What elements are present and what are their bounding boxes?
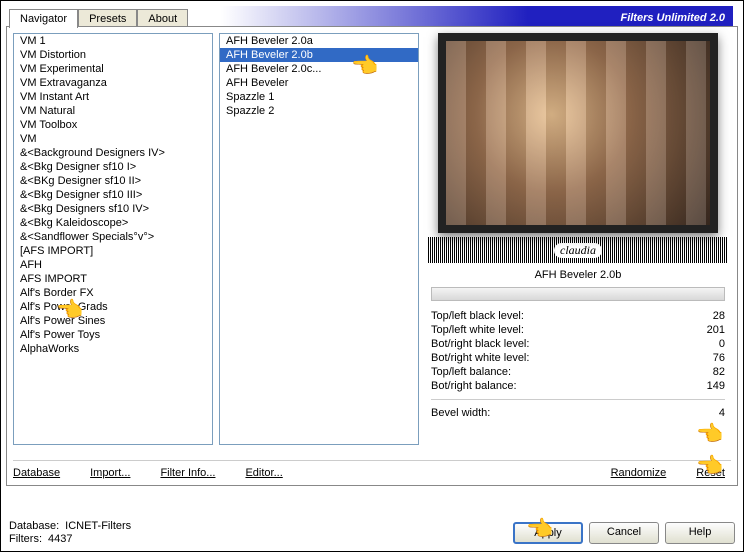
import-button[interactable]: Import... [90,467,130,479]
bevel-width-row: Bevel width: 4 [431,406,725,420]
watermark: claudia [428,237,728,263]
category-item[interactable]: Alf's Power Sines [14,314,212,328]
param-value[interactable]: 149 [707,380,725,392]
category-item[interactable]: &<Bkg Designer sf10 I> [14,160,212,174]
category-item[interactable]: &<BKg Designer sf10 II> [14,174,212,188]
status-left: Database: ICNET-Filters Filters: 4437 [9,520,131,545]
parameter-list: Top/left black level:28Top/left white le… [425,309,731,393]
db-label: Database: [9,520,59,532]
filter-item[interactable]: Spazzle 1 [220,90,418,104]
param-value[interactable]: 82 [713,366,725,378]
category-item[interactable]: VM Natural [14,104,212,118]
param-row: Top/left black level: 28 [431,309,725,323]
category-item[interactable]: Alf's Border FX [14,286,212,300]
param-label: Top/left white level: [431,324,524,336]
param-row: Bot/right white level: 76 [431,351,725,365]
filter-info-button[interactable]: Filter Info... [160,467,215,479]
status-bar: Database: ICNET-Filters Filters: 4437 Appl… [9,520,735,545]
category-item[interactable]: VM Distortion [14,48,212,62]
param-value[interactable]: 201 [707,324,725,336]
bevel-width-value[interactable]: 4 [719,407,725,419]
param-value[interactable]: 0 [719,338,725,350]
param-label: Top/left balance: [431,366,511,378]
category-item[interactable]: VM Instant Art [14,90,212,104]
param-label: Bot/right white level: [431,352,529,364]
database-button[interactable]: Database [13,467,60,479]
reset-button[interactable]: Reset [696,467,725,479]
param-row: Bot/right black level: 0 [431,337,725,351]
filter-item[interactable]: Spazzle 2 [220,104,418,118]
category-item[interactable]: AFS IMPORT [14,272,212,286]
param-label: Bot/right balance: [431,380,517,392]
current-filter-name: AFH Beveler 2.0b [425,269,731,281]
tab-navigator[interactable]: Navigator [9,9,78,28]
help-button[interactable]: Help [665,522,735,544]
category-item[interactable]: VM Extravaganza [14,76,212,90]
category-item[interactable]: &<Bkg Designers sf10 IV> [14,202,212,216]
filter-list[interactable]: AFH Beveler 2.0aAFH Beveler 2.0bAFH Beve… [219,33,419,445]
separator [431,399,725,400]
category-item[interactable]: VM Experimental [14,62,212,76]
filters-label: Filters: [9,533,42,545]
apply-button[interactable]: Apply [513,522,583,544]
category-item[interactable]: VM 1 [14,34,212,48]
filter-item[interactable]: AFH Beveler 2.0b [220,48,418,62]
category-item[interactable]: &<Bkg Designer sf10 III> [14,188,212,202]
editor-button[interactable]: Editor... [245,467,282,479]
param-label: Top/left black level: [431,310,524,322]
category-item[interactable]: Alf's Power Grads [14,300,212,314]
param-value[interactable]: 28 [713,310,725,322]
category-item[interactable]: &<Bkg Kaleidoscope> [14,216,212,230]
category-item[interactable]: Alf's Power Toys [14,328,212,342]
category-item[interactable]: &<Background Designers IV> [14,146,212,160]
filter-item[interactable]: AFH Beveler [220,76,418,90]
filter-item[interactable]: AFH Beveler 2.0c... [220,62,418,76]
category-item[interactable]: AFH [14,258,212,272]
param-row: Top/left white level: 201 [431,323,725,337]
category-item[interactable]: [AFS IMPORT] [14,244,212,258]
filters-count: 4437 [48,533,72,545]
bevel-width-label: Bevel width: [431,407,490,419]
action-bar: Database Import... Filter Info... Editor… [13,460,731,479]
progress-bar [431,287,725,301]
watermark-text: claudia [554,243,602,258]
randomize-button[interactable]: Randomize [611,467,667,479]
preview-overlay [446,41,710,225]
db-value: ICNET-Filters [65,520,131,532]
category-item[interactable]: VM Toolbox [14,118,212,132]
category-item[interactable]: &<Sandflower Specials°v°> [14,230,212,244]
category-item[interactable]: VM [14,132,212,146]
preview-image [438,33,718,233]
category-list[interactable]: VM 1VM DistortionVM ExperimentalVM Extra… [13,33,213,445]
button-bar: Apply Cancel Help [513,522,735,544]
param-label: Bot/right black level: [431,338,529,350]
category-item[interactable]: AlphaWorks [14,342,212,356]
right-column: claudia AFH Beveler 2.0b Top/left black … [425,33,731,479]
title-bar: Filters Unlimited 2.0 [221,6,733,26]
param-value[interactable]: 76 [713,352,725,364]
filter-item[interactable]: AFH Beveler 2.0a [220,34,418,48]
cancel-button[interactable]: Cancel [589,522,659,544]
param-row: Bot/right balance: 149 [431,379,725,393]
app-title: Filters Unlimited 2.0 [620,12,725,24]
navigator-panel: VM 1VM DistortionVM ExperimentalVM Extra… [6,26,738,486]
param-row: Top/left balance: 82 [431,365,725,379]
